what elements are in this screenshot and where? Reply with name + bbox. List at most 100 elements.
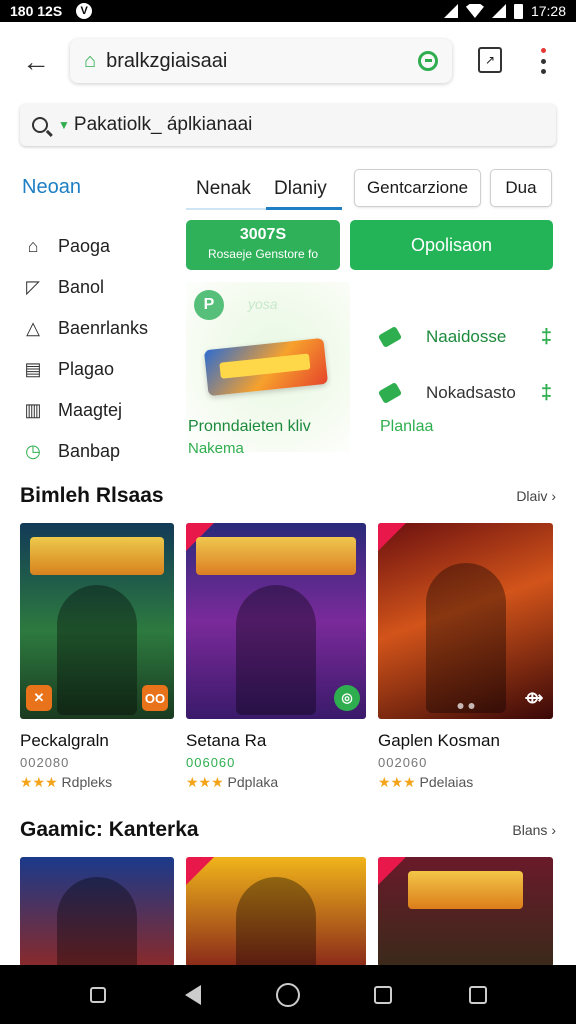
promo-button-line2: Rosaeje Genstore fo: [207, 247, 319, 261]
rating-label: Pdelaias: [419, 774, 474, 790]
cell-signal-icon: [491, 4, 506, 18]
game-card[interactable]: ✕ OO Peckalgraln 002080 ★★★ Rdpleks: [20, 523, 174, 791]
clock-icon: ◷: [25, 441, 41, 461]
download-row[interactable]: Naaidosse ‡: [377, 322, 552, 352]
game-thumbnail[interactable]: ◎: [186, 523, 366, 719]
game-hero-art: [236, 877, 316, 967]
promo-banner[interactable]: P yosa Pronndaieten kliv Nakema: [186, 282, 350, 457]
see-more-link[interactable]: Dlaiv ›: [516, 488, 556, 504]
signal-icon: [443, 4, 458, 18]
wifi-icon: [465, 4, 484, 18]
app-logo-icon: V: [76, 3, 93, 19]
see-more-link[interactable]: Blans ›: [512, 822, 556, 838]
promo-overlay-text: yosa: [248, 296, 278, 312]
gem-icon: [377, 381, 403, 405]
sidebar-item[interactable]: ▤ Plagao: [22, 349, 172, 390]
game-name: Gaplen Kosman: [378, 731, 500, 750]
sidebar-item[interactable]: ▥ Maagtej: [22, 390, 172, 431]
card-corner-icon: ◎: [334, 685, 360, 711]
card-badge: OO: [142, 685, 168, 711]
sidebar-item[interactable]: ⌂ Paoga: [22, 226, 172, 267]
download-row[interactable]: Nokadsasto ‡: [377, 378, 552, 408]
tab-first[interactable]: Nenak: [196, 178, 251, 200]
browser-toolbar: ← ⌂ bralkzgiaisaai ↗: [0, 36, 576, 86]
share-icon[interactable]: ⟴: [521, 685, 547, 711]
recent-apps-icon[interactable]: [85, 982, 111, 1008]
search-bar[interactable]: ▼ Pakatiolk_ áplkianaai: [20, 104, 556, 146]
game-card[interactable]: ◎ Setana Ra 006060 ★★★ Pdplaka: [186, 523, 366, 791]
sidebar-item-label: Baenrlanks: [58, 318, 149, 338]
game-logo-art: [30, 537, 164, 575]
tab-second[interactable]: Dlaniy: [274, 178, 327, 200]
game-code: 006060: [186, 755, 236, 770]
search-input[interactable]: Pakatiolk_ áplkianaai: [74, 114, 253, 136]
rating-label: Rdpleks: [61, 774, 113, 790]
rating-label: Pdplaka: [227, 774, 279, 790]
tabs-icon[interactable]: ↗: [478, 47, 502, 73]
corner-ribbon: [378, 857, 406, 885]
game-hero-art: [236, 585, 316, 715]
sidebar-item-label: Maagtej: [58, 400, 123, 420]
leaf-icon: ⌂: [27, 236, 39, 256]
promo-subtitle: Nakema: [188, 440, 244, 457]
document-icon: ▤: [24, 359, 42, 379]
filter-chip-dropdown[interactable]: Dua: [490, 169, 552, 207]
status-time-left: 180 12S: [10, 3, 63, 19]
primary-button[interactable]: Opolisaon: [350, 220, 553, 270]
sidebar-item-label: Banbap: [58, 441, 121, 461]
game-name: Peckalgraln: [20, 731, 109, 750]
home-icon[interactable]: [275, 982, 301, 1008]
game-thumbnail[interactable]: [378, 857, 553, 967]
game-card[interactable]: ⟴ Gaplen Kosman 002060 ★★★ Pdelaias: [378, 523, 553, 791]
sidebar-item[interactable]: ◸ Banol: [22, 267, 172, 308]
square-icon[interactable]: [465, 982, 491, 1008]
sidebar-item-label: Banol: [58, 277, 105, 297]
bookmark-icon: △: [26, 318, 40, 338]
battery-icon: [513, 3, 523, 19]
sidebar-item[interactable]: △ Baenrlanks: [22, 308, 172, 349]
game-rating: ★★★ Pdplaka: [186, 774, 366, 791]
active-tab-indicator: [266, 207, 342, 210]
promo-button[interactable]: 3007S Rosaeje Genstore fo: [186, 220, 340, 270]
game-rating: ★★★ Pdelaias: [378, 774, 553, 791]
game-name: Setana Ra: [186, 731, 267, 750]
back-icon[interactable]: [180, 982, 206, 1008]
overflow-menu-icon[interactable]: [532, 46, 554, 76]
game-thumbnail[interactable]: [186, 857, 366, 967]
overview-icon[interactable]: [370, 982, 396, 1008]
game-hero-art: [57, 877, 137, 967]
expand-icon[interactable]: ‡: [541, 326, 552, 349]
promo-title: Pronndaieten kliv: [188, 418, 311, 435]
downloads-label[interactable]: Planlaa: [380, 418, 433, 436]
game-logo-art: [408, 871, 523, 909]
download-name: Nokadsasto: [426, 383, 516, 402]
game-hero-art: [425, 563, 506, 713]
game-thumbnail[interactable]: [20, 857, 174, 967]
see-more-label: Dlaiv: [516, 488, 548, 504]
promo-badge-icon: P: [194, 290, 224, 320]
back-arrow-icon[interactable]: ←: [18, 44, 54, 80]
section-title: Gaamic: Kanterka: [20, 818, 199, 841]
sidebar-item-label: Paoga: [58, 236, 111, 256]
sidebar-title[interactable]: Neoan: [22, 176, 81, 199]
sidebar-item[interactable]: ◷ Banbap: [22, 431, 172, 472]
url-bar[interactable]: ⌂ bralkzgiaisaai: [70, 39, 452, 83]
corner-ribbon: [186, 857, 214, 885]
section-header: Gaamic: Kanterka Blans ›: [20, 818, 556, 842]
game-thumbnail[interactable]: ⟴: [378, 523, 553, 719]
tools-icon: ✕: [26, 685, 52, 711]
sidebar: ⌂ Paoga ◸ Banol △ Baenrlanks ▤ Plagao ▥ Maagt…: [22, 226, 172, 472]
promo-button-line1: 3007S: [239, 226, 287, 243]
star-rating-icon: ★★★: [186, 774, 224, 790]
see-more-label: Blans: [512, 822, 548, 838]
refresh-icon[interactable]: [418, 51, 438, 71]
tag-icon: ◸: [26, 277, 40, 297]
status-time-right: 17:28: [530, 3, 566, 19]
game-hero-art: [57, 585, 137, 715]
game-thumbnail[interactable]: ✕ OO: [20, 523, 174, 719]
filter-chip[interactable]: Gentcarzione: [354, 169, 481, 207]
game-logo-art: [196, 537, 356, 575]
tab-bar: Nenak Dlaniy: [186, 170, 342, 210]
expand-icon[interactable]: ‡: [541, 382, 552, 405]
section-header: Bimleh Rlsaas Dlaiv ›: [20, 484, 556, 508]
